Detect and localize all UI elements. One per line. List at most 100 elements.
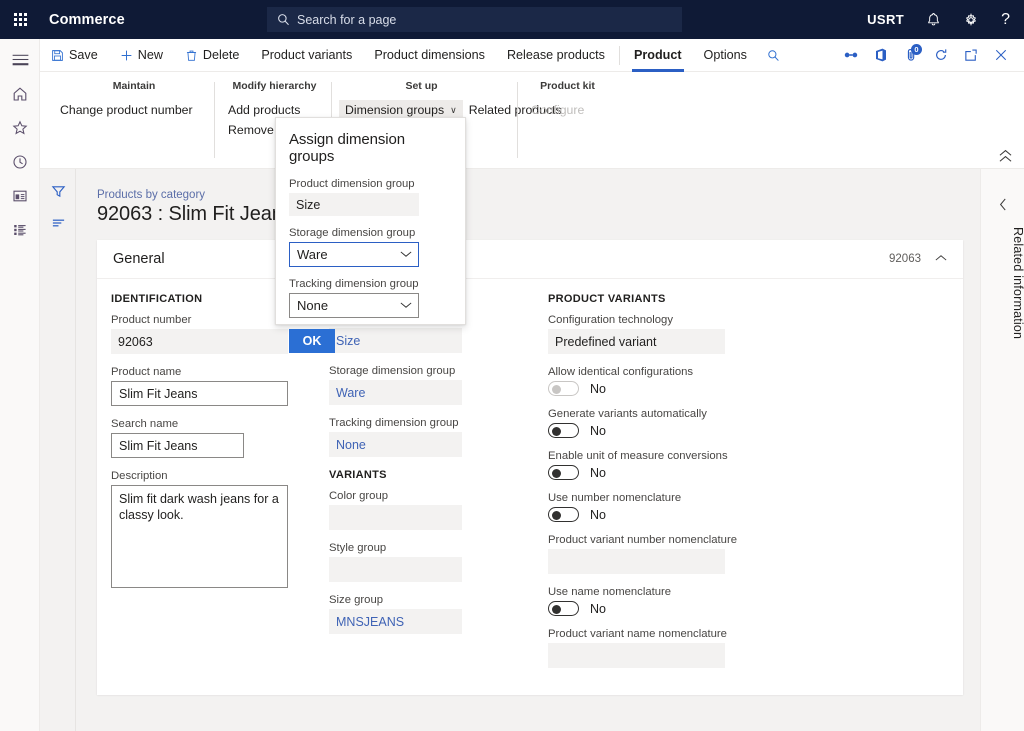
ribbon-group-header: Maintain [54, 80, 214, 92]
search-icon [767, 49, 780, 62]
section-header-product-variants: PRODUCT VARIANTS [548, 293, 748, 305]
search-input[interactable]: Search for a page [267, 7, 682, 32]
office-app-icon[interactable] [866, 39, 896, 72]
save-icon [51, 49, 64, 62]
binoculars-icon[interactable] [836, 39, 866, 72]
field-label: Color group [329, 490, 548, 502]
use-number-nomenclature-toggle[interactable] [548, 507, 579, 522]
field-label: Allow identical configurations [548, 366, 748, 378]
tab-product-dimensions[interactable]: Product dimensions [363, 39, 496, 72]
field-label: Storage dimension group [289, 227, 452, 239]
dialog-title: Assign dimension groups [289, 131, 452, 165]
search-icon [277, 13, 290, 26]
open-in-new-window-icon[interactable] [956, 39, 986, 72]
field-use-name-nomenclature: Use name nomenclature No [548, 586, 748, 616]
product-variant-name-nomenclature-input[interactable] [548, 643, 725, 668]
size-group-value[interactable]: MNSJEANS [329, 609, 462, 634]
enable-unit-of-measure-conversions-toggle[interactable] [548, 465, 579, 480]
tab-product-variants[interactable]: Product variants [250, 39, 363, 72]
toggle-value: No [590, 508, 606, 522]
field-generate-variants-automatically: Generate variants automatically No [548, 408, 748, 438]
close-icon[interactable] [986, 39, 1016, 72]
page-collapse-chevron-up-icon[interactable] [999, 148, 1012, 160]
generate-variants-automatically-toggle[interactable] [548, 423, 579, 438]
delete-label: Delete [203, 48, 239, 62]
tab-release-products[interactable]: Release products [496, 39, 616, 72]
clock-recent-icon[interactable] [0, 145, 40, 179]
description-textarea[interactable]: Slim fit dark wash jeans for a classy lo… [111, 485, 288, 588]
product-name-input[interactable]: Slim Fit Jeans [111, 381, 288, 406]
refresh-icon[interactable] [926, 39, 956, 72]
command-search-icon[interactable] [758, 39, 789, 72]
allow-identical-configurations-toggle [548, 381, 579, 396]
bell-icon[interactable] [926, 12, 941, 27]
new-label: New [138, 48, 163, 62]
tracking-dimension-group-value[interactable]: None [329, 432, 462, 457]
chevron-down-icon: ∨ [450, 105, 457, 116]
delete-button[interactable]: Delete [174, 39, 250, 72]
tab-options[interactable]: Options [693, 39, 758, 72]
storage-dimension-group-value[interactable]: Ware [329, 380, 462, 405]
ribbon-group-header: Set up [339, 80, 504, 92]
waffle-icon[interactable] [0, 0, 40, 39]
gear-icon[interactable] [963, 12, 979, 28]
search-name-input[interactable]: Slim Fit Jeans [111, 433, 244, 458]
ribbon-group-header: Modify hierarchy [222, 80, 327, 92]
left-navigation-rail [0, 39, 40, 731]
page-title: 92063 : Slim Fit Jeans [97, 203, 980, 226]
toggle-value: No [590, 382, 606, 396]
select-value: None [297, 298, 400, 313]
breadcrumb[interactable]: Products by category [97, 189, 980, 201]
rail-hamburger-icon[interactable] [0, 43, 40, 77]
save-button[interactable]: Save [40, 39, 109, 72]
dialog-ok-button[interactable]: OK [289, 329, 335, 353]
field-style-group: Style group [329, 542, 548, 582]
field-allow-identical-configurations: Allow identical configurations No [548, 366, 748, 396]
home-icon[interactable] [0, 77, 40, 111]
product-variant-number-nomenclature-input[interactable] [548, 549, 725, 574]
workspaces-icon[interactable] [0, 179, 40, 213]
save-label: Save [69, 48, 98, 62]
tab-product[interactable]: Product [623, 39, 693, 72]
filter-icon[interactable] [40, 175, 76, 207]
product-dimension-group-value[interactable]: Size [329, 328, 462, 353]
card-header: General 92063 [97, 240, 963, 279]
chevron-left-icon[interactable] [981, 189, 1024, 219]
product-number-value: 92063 [111, 329, 288, 354]
new-button[interactable]: New [109, 39, 174, 72]
dialog-storage-dimension-group-select[interactable]: Ware [289, 242, 419, 267]
use-name-nomenclature-toggle[interactable] [548, 601, 579, 616]
field-storage-dimension-group: Storage dimension group Ware [329, 365, 548, 405]
tab-label: Product [634, 48, 682, 62]
field-label: Use number nomenclature [548, 492, 748, 504]
color-group-input[interactable] [329, 505, 462, 530]
field-label: Generate variants automatically [548, 408, 748, 420]
attachment-icon[interactable]: 0 [896, 39, 926, 72]
field-product-name: Product name Slim Fit Jeans [111, 366, 329, 406]
dialog-field-storage-dimension-group: Storage dimension group Ware [289, 227, 452, 267]
list-lines-icon[interactable] [40, 207, 76, 239]
card-collapse-chevron-up-icon[interactable] [935, 253, 947, 265]
field-label: Tracking dimension group [289, 278, 452, 290]
assign-dimension-groups-dialog: Assign dimension groups Product dimensio… [275, 117, 466, 325]
help-icon[interactable]: ? [1001, 12, 1010, 28]
tab-label: Product variants [261, 48, 352, 62]
star-favorites-icon[interactable] [0, 111, 40, 145]
field-label: Enable unit of measure conversions [548, 450, 748, 462]
related-information-label[interactable]: Related information [981, 227, 1024, 339]
field-label: Style group [329, 542, 548, 554]
configure-button: Configure [525, 100, 610, 120]
modules-list-icon[interactable] [0, 213, 40, 247]
field-label: Size group [329, 594, 548, 606]
change-product-number-button[interactable]: Change product number [54, 100, 214, 120]
field-size-group: Size group MNSJEANS [329, 594, 548, 634]
top-right-actions: USRT ? [845, 0, 1024, 39]
company-selector-usrt[interactable]: USRT [867, 12, 904, 27]
style-group-input[interactable] [329, 557, 462, 582]
column-dimension-groups: Product dimension group Size Storage dim… [329, 293, 548, 680]
toggle-value: No [590, 602, 606, 616]
field-label: Product name [111, 366, 329, 378]
dialog-tracking-dimension-group-select[interactable]: None [289, 293, 419, 318]
field-tracking-dimension-group: Tracking dimension group None [329, 417, 548, 457]
trash-icon [185, 49, 198, 62]
